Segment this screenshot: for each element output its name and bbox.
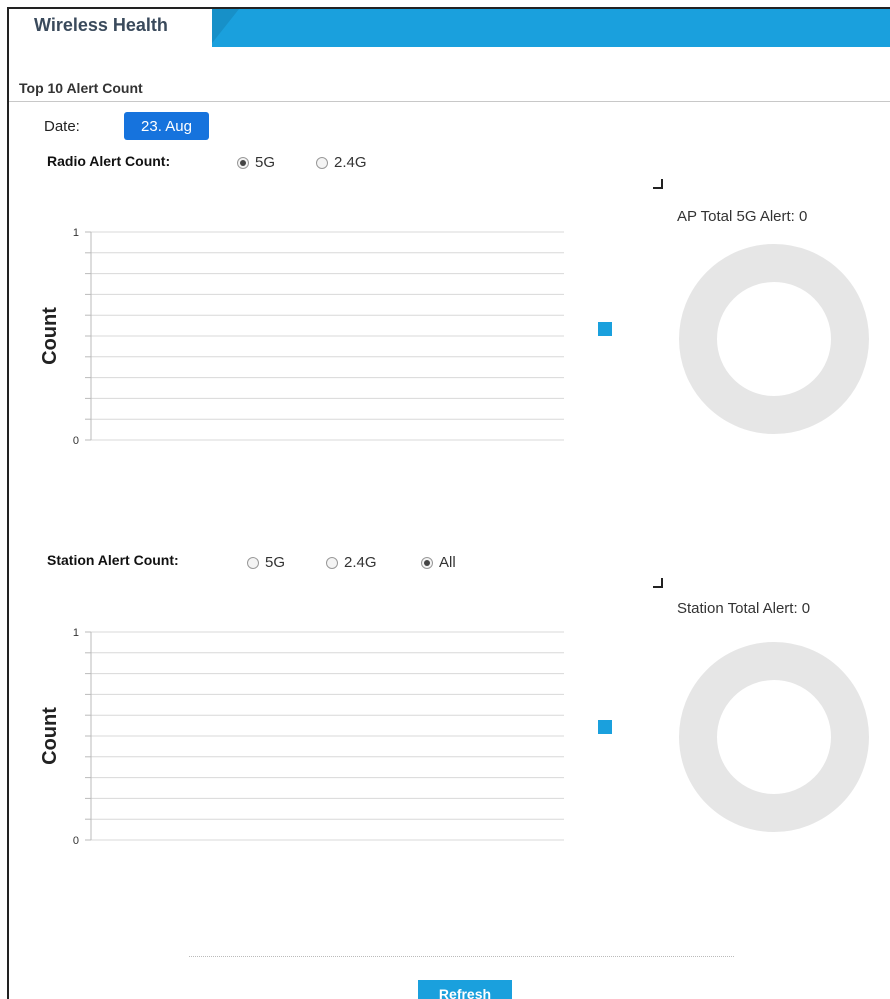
tab-bar: Wireless Health — [9, 9, 890, 47]
station-alert-5g-label: 5G — [265, 554, 286, 571]
station-alert-corner-mark — [653, 578, 663, 588]
tab-bar-fill — [209, 9, 890, 47]
tab-bar-slant — [209, 9, 239, 47]
radio-alert-bar-chart: 0 1 Count — [39, 227, 564, 444]
station-alert-all-radio[interactable] — [421, 556, 433, 569]
station-alert-legend-swatch — [598, 720, 612, 734]
station-alert-bar-chart: 0 1 Count — [39, 627, 564, 844]
station-alert-24g-label: 2.4G — [344, 554, 377, 571]
wireless-health-panel: Wireless Health Top 10 Alert Count Date:… — [7, 7, 890, 999]
station-alert-y-axis-label: Count — [39, 707, 61, 765]
station-alert-count-label: Station Alert Count: — [47, 552, 179, 568]
section-title: Top 10 Alert Count — [19, 80, 143, 96]
station-alert-all-label: All — [439, 554, 456, 571]
station-alert-24g-radio[interactable] — [326, 556, 338, 569]
radio-alert-24g-label: 2.4G — [334, 154, 367, 171]
station-alert-donut-ring — [679, 642, 869, 832]
radio-alert-legend-swatch — [598, 322, 612, 336]
radio-alert-donut-title: AP Total 5G Alert: 0 — [677, 208, 808, 225]
station-alert-5g-radio[interactable] — [247, 556, 259, 569]
radio-alert-5g-option[interactable]: 5G — [237, 154, 275, 171]
radio-alert-5g-label: 5G — [255, 154, 276, 171]
radio-alert-count-label: Radio Alert Count: — [47, 153, 171, 169]
radio-alert-tick-label: 0 — [73, 435, 79, 444]
radio-alert-y-axis-label: Count — [39, 307, 61, 365]
date-value: 23. Aug — [124, 112, 209, 140]
station-alert-24g-option[interactable]: 2.4G — [326, 554, 377, 571]
radio-alert-5g-radio[interactable] — [237, 156, 249, 169]
refresh-button[interactable]: Refresh — [418, 980, 512, 999]
tab-wireless-health[interactable]: Wireless Health — [9, 9, 212, 47]
station-alert-donut-chart — [679, 642, 869, 832]
date-label: Date: — [44, 118, 80, 135]
station-alert-tick-label: 0 — [73, 835, 79, 844]
station-alert-tick-label: 1 — [73, 627, 79, 639]
radio-alert-corner-mark — [653, 179, 663, 189]
tab-wireless-health-label: Wireless Health — [34, 15, 168, 35]
bottom-divider — [189, 956, 734, 957]
radio-alert-donut-chart — [679, 244, 869, 434]
radio-alert-24g-option[interactable]: 2.4G — [316, 154, 367, 171]
section-divider — [9, 101, 890, 102]
station-alert-all-option[interactable]: All — [421, 554, 456, 571]
radio-alert-tick-label: 1 — [73, 227, 79, 239]
radio-alert-24g-radio[interactable] — [316, 156, 328, 169]
radio-alert-donut-ring — [679, 244, 869, 434]
station-alert-5g-option[interactable]: 5G — [247, 554, 285, 571]
station-alert-donut-title: Station Total Alert: 0 — [677, 600, 811, 617]
